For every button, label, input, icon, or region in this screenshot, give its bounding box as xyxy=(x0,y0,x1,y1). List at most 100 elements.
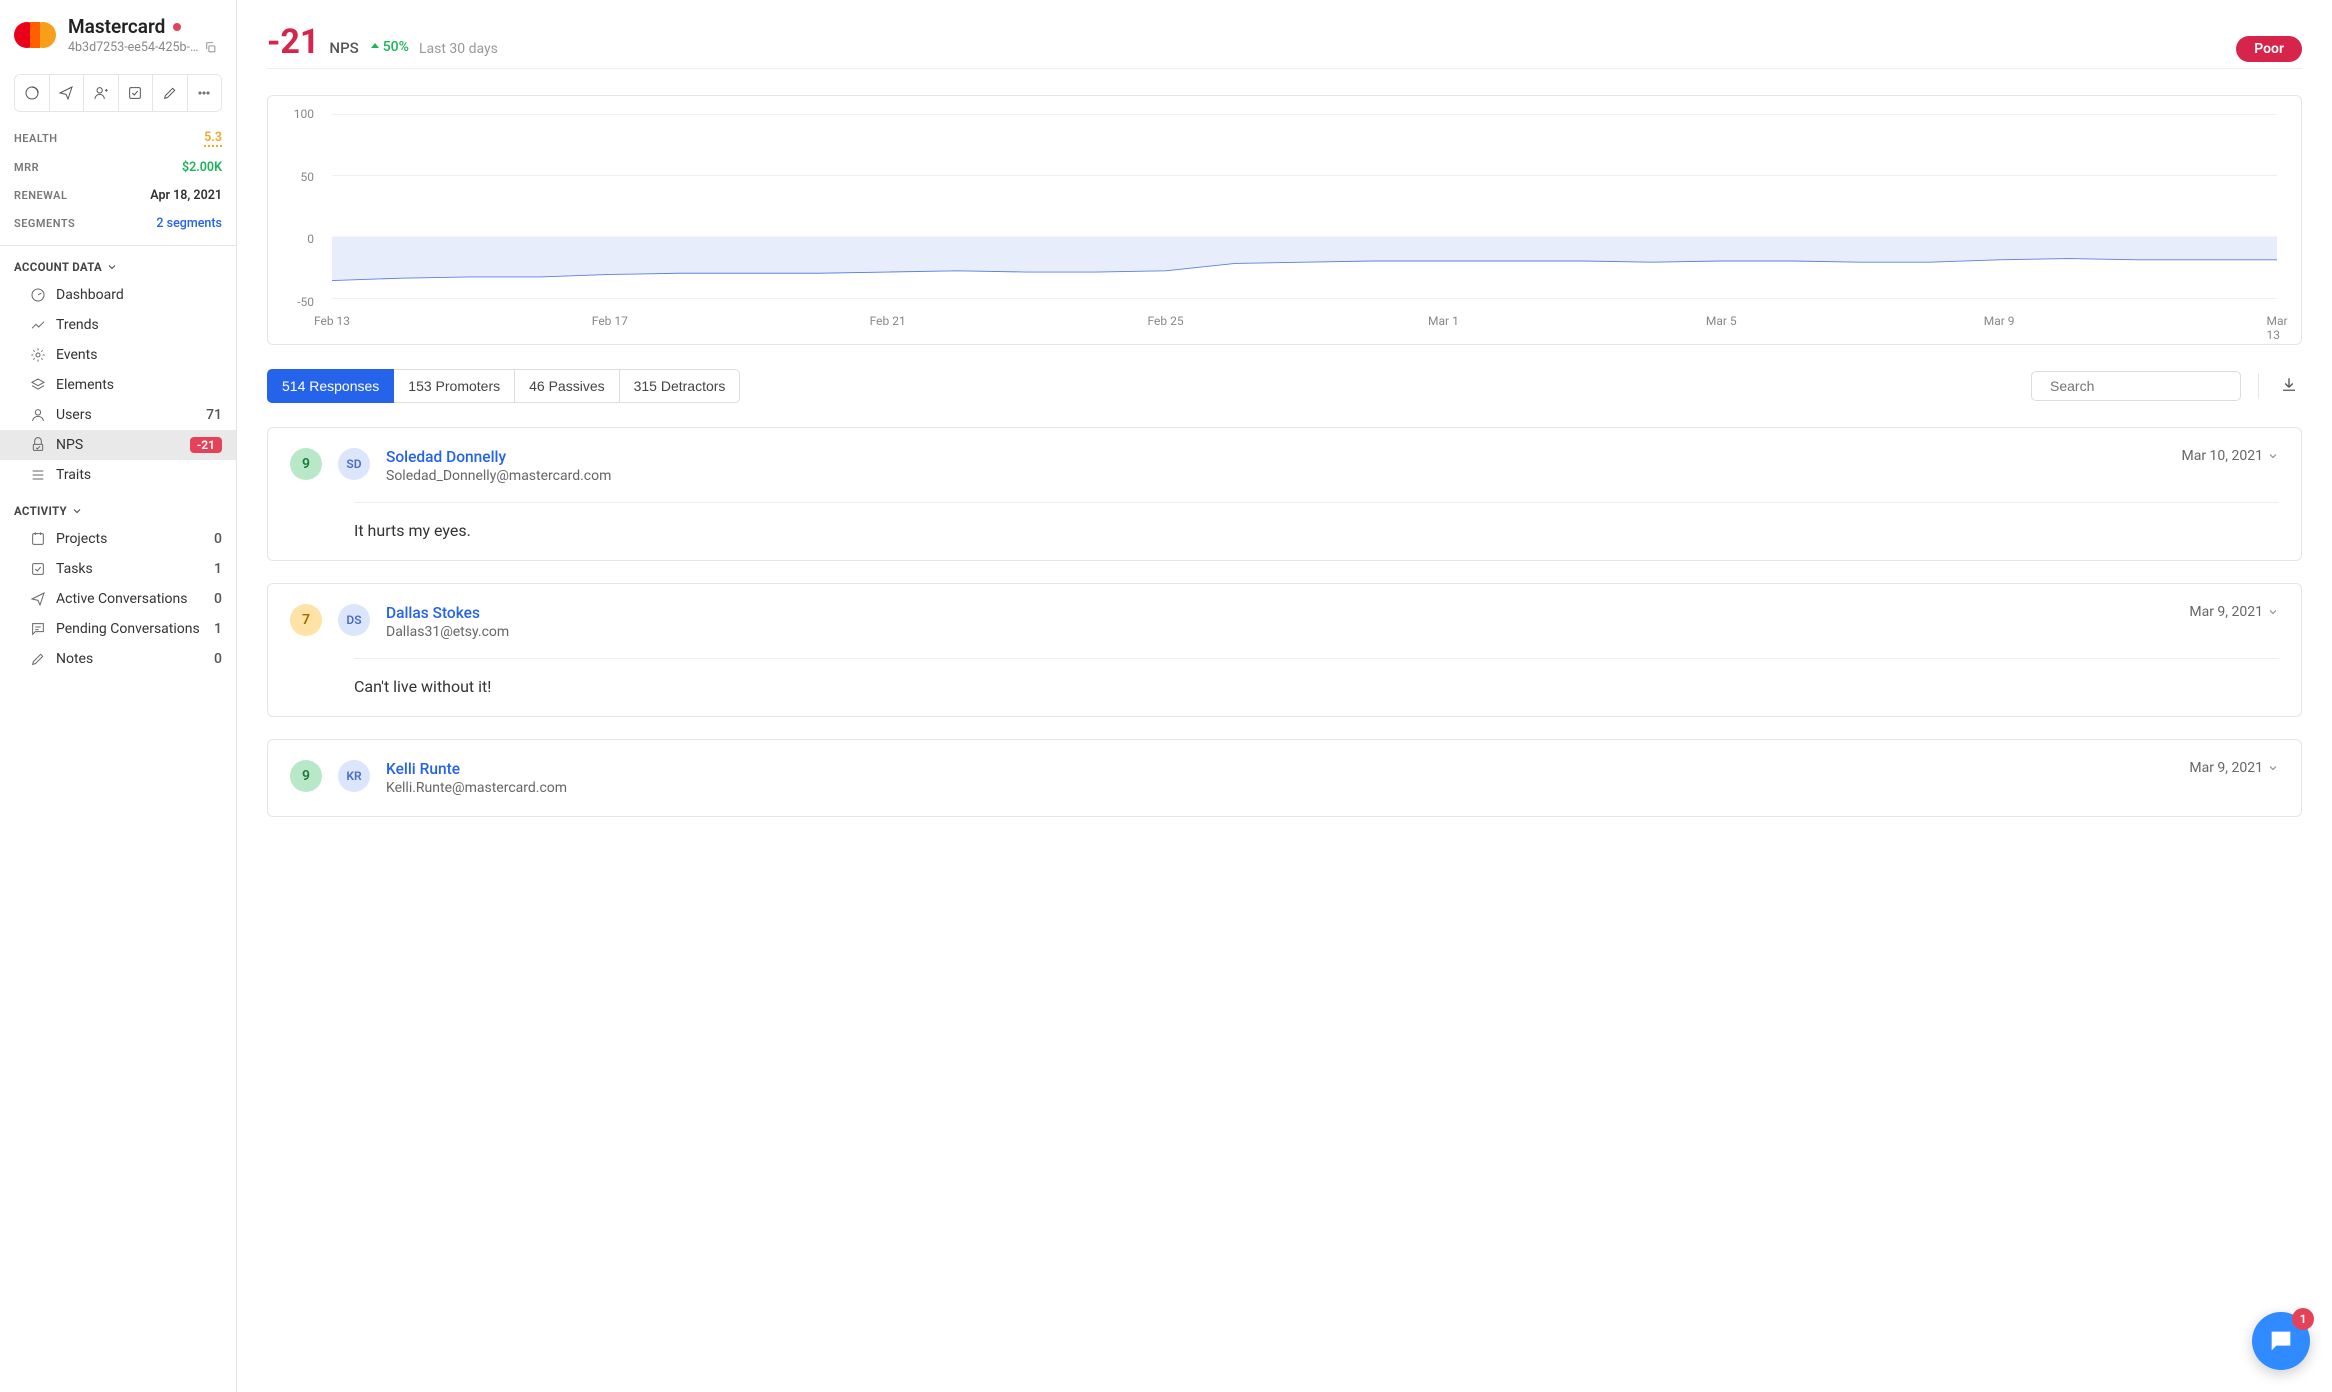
nav-label: Elements xyxy=(56,377,222,393)
metric-segments-value[interactable]: 2 segments xyxy=(156,216,222,231)
nav-label: Events xyxy=(56,347,222,363)
response-score: 9 xyxy=(290,760,322,792)
chat-fab[interactable]: 1 xyxy=(2252,1312,2310,1370)
nav-icon xyxy=(30,467,46,483)
metric-health-label: HEALTH xyxy=(14,132,58,145)
nav-account-users[interactable]: Users71 xyxy=(0,400,236,430)
kpi-delta-value: 50% xyxy=(383,39,409,55)
filter--responses[interactable]: 514 Responses xyxy=(267,369,394,403)
company-id: 4b3d7253-ee54-425b-… xyxy=(68,40,198,55)
chevron-down-icon xyxy=(106,261,118,273)
response-user-name[interactable]: Kelli Runte xyxy=(386,760,2173,778)
search-input[interactable] xyxy=(2050,378,2231,394)
nav-activity-notes[interactable]: Notes0 xyxy=(0,644,236,674)
chart-svg xyxy=(332,114,2277,310)
nav-icon xyxy=(30,437,46,453)
response-card: 7DSDallas StokesDallas31@etsy.comMar 9, … xyxy=(267,583,2302,717)
response-body: Can't live without it! xyxy=(354,658,2279,696)
nav-icon xyxy=(30,347,46,363)
y-tick: 100 xyxy=(294,107,314,121)
download-icon xyxy=(2280,376,2298,394)
metric-health-value[interactable]: 5.3 xyxy=(204,130,222,147)
section-account-data[interactable]: ACCOUNT DATA xyxy=(0,246,236,280)
nav-account-nps[interactable]: NPS-21 xyxy=(0,430,236,460)
nav-label: Pending Conversations xyxy=(56,621,204,637)
filter--promoters[interactable]: 153 Promoters xyxy=(394,369,515,403)
sidebar: Mastercard 4b3d7253-ee54-425b-… HEALTH 5.… xyxy=(0,0,237,1392)
metric-renewal-value: Apr 18, 2021 xyxy=(150,188,222,203)
toolbar-task-button[interactable] xyxy=(119,75,154,111)
metric-segments-label: SEGMENTS xyxy=(14,217,75,230)
nav-count: 0 xyxy=(214,591,222,607)
chat-icon xyxy=(2267,1327,2295,1355)
copy-icon[interactable] xyxy=(204,41,217,54)
nav-activity-active-conversations[interactable]: Active Conversations 0 xyxy=(0,584,236,614)
section-activity-label: ACTIVITY xyxy=(14,504,67,518)
nav-account-dashboard[interactable]: Dashboard xyxy=(0,280,236,310)
nav-icon xyxy=(30,591,46,607)
toolbar-health-button[interactable] xyxy=(15,75,50,111)
kpi-status-badge: Poor xyxy=(2236,36,2302,62)
company-header: Mastercard 4b3d7253-ee54-425b-… xyxy=(0,0,236,66)
chevron-down-icon xyxy=(71,505,83,517)
nav-account-events[interactable]: Events xyxy=(0,340,236,370)
response-user-name[interactable]: Dallas Stokes xyxy=(386,604,2173,622)
chart-plot xyxy=(332,114,2277,310)
nav-activity-pending-conversations[interactable]: Pending Conversations 1 xyxy=(0,614,236,644)
nav-label: NPS xyxy=(56,437,180,453)
response-date[interactable]: Mar 9, 2021 xyxy=(2189,604,2279,620)
x-tick: Feb 13 xyxy=(314,314,350,328)
section-account-data-label: ACCOUNT DATA xyxy=(14,260,102,274)
nav-count: 1 xyxy=(214,621,222,637)
response-card: 9KRKelli RunteKelli.Runte@mastercard.com… xyxy=(267,739,2302,817)
response-date[interactable]: Mar 10, 2021 xyxy=(2182,448,2280,464)
filter--detractors[interactable]: 315 Detractors xyxy=(620,369,741,403)
avatar: SD xyxy=(338,448,370,480)
response-date[interactable]: Mar 9, 2021 xyxy=(2189,760,2279,776)
main-content: -21 NPS 50% Last 30 days Poor 100500-50 … xyxy=(237,0,2332,1392)
toolbar-more-button[interactable] xyxy=(188,75,222,111)
nav-count: 0 xyxy=(214,531,222,547)
nav-count: 1 xyxy=(214,561,222,577)
response-user-email: Kelli.Runte@mastercard.com xyxy=(386,780,2173,796)
chevron-down-icon xyxy=(2267,450,2279,462)
filter--passives[interactable]: 46 Passives xyxy=(515,369,619,403)
toolbar-send-button[interactable] xyxy=(50,75,85,111)
toolbar-note-button[interactable] xyxy=(153,75,188,111)
toolbar-adduser-button[interactable] xyxy=(84,75,119,111)
nav-account-list: DashboardTrends Events Elements Users71NPS-… xyxy=(0,280,236,490)
nav-icon xyxy=(30,621,46,637)
nav-account-trends[interactable]: Trends xyxy=(0,310,236,340)
arrow-up-icon xyxy=(369,41,381,53)
nav-icon xyxy=(30,651,46,667)
response-user-email: Soledad_Donnelly@mastercard.com xyxy=(386,468,2166,484)
y-tick: 50 xyxy=(301,170,315,184)
metrics-block: HEALTH5.3 MRR$2.00K RENEWALApr 18, 2021 … xyxy=(0,112,236,245)
x-tick: Feb 25 xyxy=(1148,314,1184,328)
response-score: 9 xyxy=(290,448,322,480)
nav-activity-list: Projects0Tasks1 Active Conversations 0 Pend… xyxy=(0,524,236,674)
chart-x-axis: Feb 13Feb 17Feb 21Feb 25Mar 1Mar 5Mar 9M… xyxy=(332,314,2277,334)
nav-activity-tasks[interactable]: Tasks1 xyxy=(0,554,236,584)
kpi-delta: 50% xyxy=(369,39,409,55)
x-tick: Mar 9 xyxy=(1984,314,2015,328)
metric-mrr-value: $2.00K xyxy=(182,160,222,175)
y-tick: -50 xyxy=(297,295,314,309)
nav-account-elements[interactable]: Elements xyxy=(0,370,236,400)
nav-label: Traits xyxy=(56,467,222,483)
download-button[interactable] xyxy=(2276,372,2302,401)
nav-activity-projects[interactable]: Projects0 xyxy=(0,524,236,554)
filter-row: 514 Responses153 Promoters46 Passives315… xyxy=(267,369,2302,403)
nav-label: Active Conversations xyxy=(56,591,204,607)
kpi-label: NPS xyxy=(329,39,358,57)
nav-icon xyxy=(30,407,46,423)
search-wrap[interactable] xyxy=(2031,371,2241,401)
status-dot-icon xyxy=(173,23,181,31)
kpi-period: Last 30 days xyxy=(419,41,498,57)
response-user-name[interactable]: Soledad Donnelly xyxy=(386,448,2166,466)
nav-account-traits[interactable]: Traits xyxy=(0,460,236,490)
nav-icon xyxy=(30,561,46,577)
section-activity[interactable]: ACTIVITY xyxy=(0,490,236,524)
x-tick: Mar 13 xyxy=(2266,314,2287,342)
metric-mrr-label: MRR xyxy=(14,161,39,174)
